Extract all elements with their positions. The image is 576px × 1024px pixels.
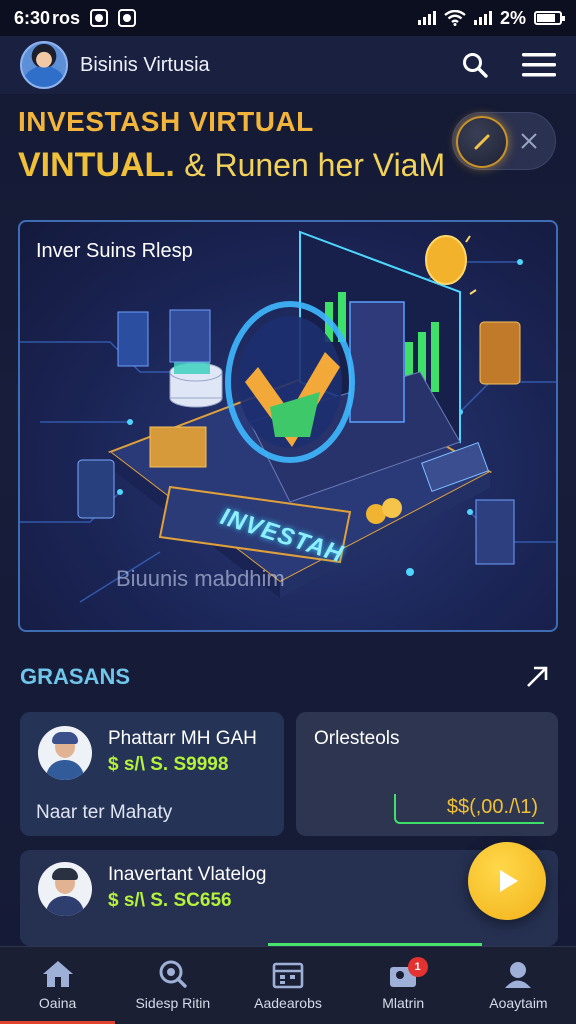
tab-profile[interactable]: Aoaytaim	[461, 947, 576, 1024]
status-bar: 6:30 ros 2%	[0, 0, 576, 36]
card-title: Orlesteols	[314, 728, 400, 749]
signal-icon	[417, 11, 436, 25]
search-icon	[463, 53, 488, 78]
hero-illustration-card[interactable]: Inver Suins Rlesp INVESTAH Biuunis mabdh…	[18, 220, 558, 632]
notification-badge: 1	[407, 957, 428, 977]
profile-icon	[505, 962, 532, 988]
tab-notifications[interactable]: 1 Mlatrin	[346, 947, 461, 1024]
close-icon[interactable]	[517, 129, 541, 153]
tab-home[interactable]: Oaina	[0, 947, 116, 1024]
notification-status-icon	[118, 9, 137, 27]
tab-label: Mlatrin	[382, 995, 425, 1011]
home-icon	[42, 961, 73, 987]
illustration-caption: Inver Suins Rlesp	[36, 240, 193, 262]
card-title: Phattarr MH GAH	[108, 728, 257, 749]
section-title: GRASANS	[20, 664, 131, 689]
card-title: Inavertant Vlatelog	[108, 864, 267, 885]
calendar-icon	[272, 962, 304, 989]
battery-percent: 2%	[499, 7, 526, 28]
battery-icon	[534, 11, 565, 25]
status-time: 6:30	[14, 7, 51, 28]
app-header: Bisinis Virtusia	[0, 36, 576, 94]
hero-title-main: VINTUAL.	[18, 146, 175, 184]
app-title: Bisinis Virtusia	[80, 53, 210, 76]
camera-status-icon	[90, 9, 109, 27]
bottom-navigation: Oaina Sidesp Ritin Aadearobs 1 Mlatrin A…	[0, 946, 576, 1024]
hamburger-menu-icon	[522, 53, 556, 77]
avatar[interactable]	[20, 41, 68, 89]
card-value: $ s/\ S. S9998	[108, 754, 229, 775]
investment-illustration	[20, 230, 556, 603]
user-avatar	[38, 726, 92, 780]
investment-card[interactable]: Phattarr MH GAH $ s/\ S. S9998 Naar ter …	[20, 712, 284, 836]
signal-2-icon	[473, 11, 492, 25]
hero-heading: INVESTASH VIRTUAL VINTUAL. & Runen her V…	[18, 106, 448, 185]
card-note: Naar ter Mahaty	[36, 802, 173, 823]
play-icon	[500, 870, 518, 892]
card-value: $ s/\ S. SC656	[108, 890, 232, 911]
search-button[interactable]	[458, 48, 492, 82]
illustration-watermark: Biuunis mabdhim	[116, 566, 285, 591]
tab-label: Sidesp Ritin	[135, 995, 211, 1011]
status-carrier: ros	[52, 7, 81, 28]
search-icon	[159, 960, 187, 988]
tab-calendar[interactable]: Aadearobs	[230, 947, 345, 1024]
tab-search[interactable]: Sidesp Ritin	[115, 947, 230, 1024]
hero-title-line2: VINTUAL. & Runen her ViaM	[18, 146, 448, 185]
card-amount: $$(,00./\1)	[394, 794, 544, 824]
hero-title-line1: INVESTASH VIRTUAL	[18, 106, 314, 137]
hero-subtitle: & Runen her ViaM	[184, 147, 446, 183]
toggle-knob[interactable]	[456, 116, 508, 168]
menu-button[interactable]	[522, 48, 556, 82]
tab-label: Aoaytaim	[489, 995, 548, 1011]
arrow-diagonal-icon	[527, 666, 548, 687]
tab-label: Aadearobs	[254, 995, 322, 1011]
mode-toggle[interactable]	[452, 112, 556, 170]
wifi-icon	[444, 10, 466, 26]
section-expand-button[interactable]	[520, 660, 554, 694]
play-button[interactable]	[468, 842, 546, 920]
user-avatar	[38, 862, 92, 916]
pencil-icon	[474, 134, 490, 150]
summary-card[interactable]: Orlesteols $$(,00./\1)	[296, 712, 558, 836]
tab-label: Oaina	[38, 995, 77, 1011]
